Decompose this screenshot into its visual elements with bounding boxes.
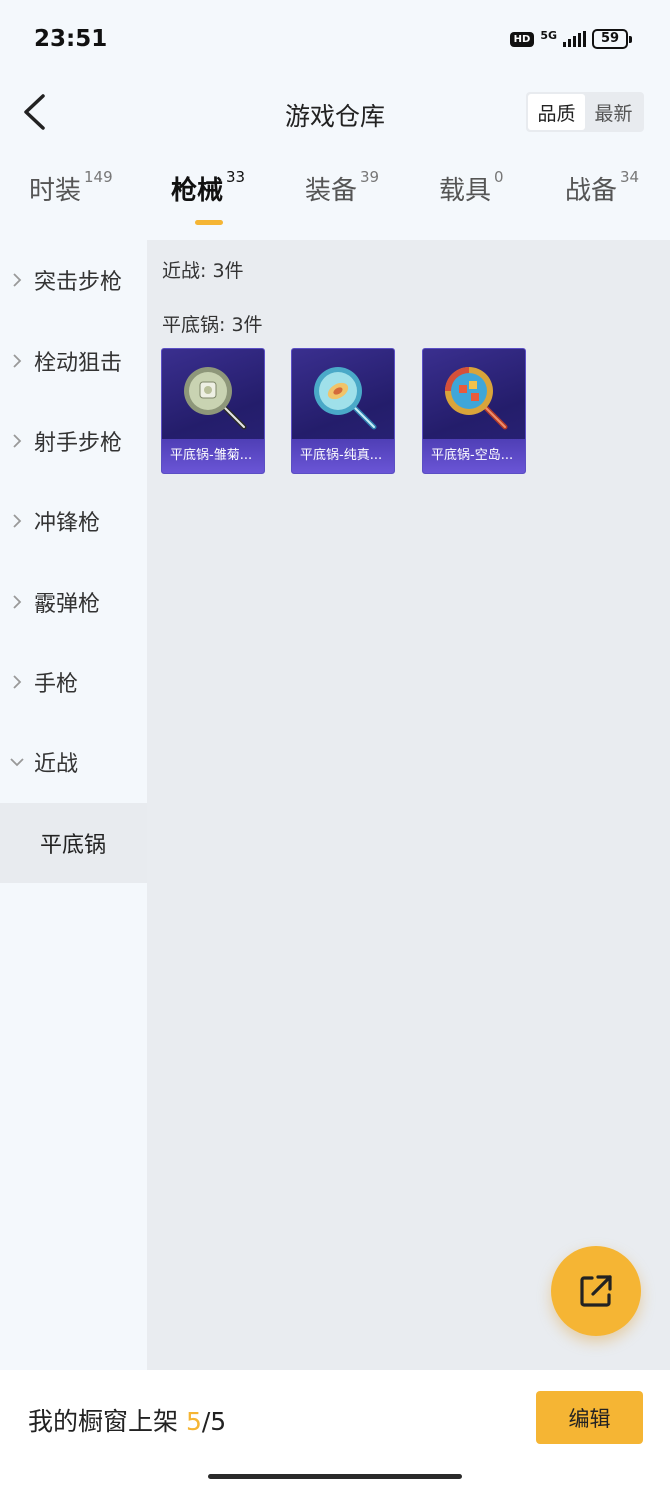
category-tabs: 时装 149 枪械 33 装备 39 载具 0 战备 34 bbox=[0, 168, 670, 232]
share-external-icon bbox=[580, 1275, 612, 1307]
chevron-right-icon bbox=[0, 513, 34, 529]
sidebar-item-melee[interactable]: 近战 bbox=[0, 722, 147, 802]
bottom-bar: 我的橱窗上架 5/5 编辑 bbox=[0, 1370, 670, 1491]
sidebar-item-smg[interactable]: 冲锋枪 bbox=[0, 481, 147, 561]
sidebar-item-assault-rifle[interactable]: 突击步枪 bbox=[0, 240, 147, 320]
chevron-right-icon bbox=[0, 594, 34, 610]
item-card[interactable]: 平底锅-雏菊... bbox=[161, 348, 265, 474]
header: 游戏仓库 品质 最新 bbox=[0, 80, 670, 144]
battery-level: 59 bbox=[592, 29, 628, 49]
frying-pan-icon bbox=[292, 349, 394, 441]
share-button[interactable] bbox=[551, 1246, 641, 1336]
sidebar: 突击步枪 栓动狙击 射手步枪 冲锋枪 霰弹枪 手枪 近战 平底锅 bbox=[0, 240, 147, 1370]
tab-battle-gear[interactable]: 战备 34 bbox=[565, 168, 640, 232]
group-label: 近战: 3件 bbox=[162, 260, 244, 282]
tab-fashion[interactable]: 时装 149 bbox=[29, 168, 113, 232]
item-name: 平底锅-纯真... bbox=[292, 439, 394, 473]
tab-equipment[interactable]: 装备 39 bbox=[305, 168, 380, 232]
chevron-right-icon bbox=[0, 272, 34, 288]
chevron-right-icon bbox=[0, 433, 34, 449]
chevron-left-icon bbox=[24, 94, 45, 130]
item-card[interactable]: 平底锅-纯真... bbox=[291, 348, 395, 474]
chevron-right-icon bbox=[0, 353, 34, 369]
status-indicators: HD 5G 59 bbox=[509, 28, 632, 49]
sort-option-quality[interactable]: 品质 bbox=[528, 94, 585, 130]
sort-toggle[interactable]: 品质 最新 bbox=[526, 92, 644, 132]
frying-pan-icon bbox=[162, 349, 264, 441]
item-name: 平底锅-空岛... bbox=[423, 439, 525, 473]
network-type-label: 5G bbox=[540, 28, 557, 42]
sort-option-newest[interactable]: 最新 bbox=[585, 94, 642, 130]
item-grid-panel: 近战: 3件 平底锅: 3件 平底锅-雏菊... 平底锅-纯真... 平底锅-空… bbox=[147, 240, 670, 1370]
item-name: 平底锅-雏菊... bbox=[162, 439, 264, 473]
sidebar-item-shotgun[interactable]: 霰弹枪 bbox=[0, 562, 147, 642]
edit-button[interactable]: 编辑 bbox=[536, 1391, 643, 1444]
tab-vehicles[interactable]: 载具 0 bbox=[439, 168, 504, 232]
tab-count: 34 bbox=[620, 168, 640, 186]
chevron-right-icon bbox=[0, 674, 34, 690]
tab-count: 39 bbox=[360, 168, 380, 186]
showcase-current-count: 5 bbox=[185, 1407, 202, 1436]
showcase-status: 我的橱窗上架 5/5 bbox=[28, 1407, 227, 1436]
sidebar-item-bolt-sniper[interactable]: 栓动狙击 bbox=[0, 321, 147, 401]
status-time: 23:51 bbox=[34, 26, 108, 52]
tab-count: 149 bbox=[84, 168, 113, 186]
sidebar-subitem-frying-pan[interactable]: 平底锅 bbox=[0, 803, 147, 883]
sidebar-item-pistol[interactable]: 手枪 bbox=[0, 642, 147, 722]
tab-count: 33 bbox=[226, 168, 246, 186]
item-card[interactable]: 平底锅-空岛... bbox=[422, 348, 526, 474]
hd-icon: HD bbox=[509, 31, 535, 47]
battery-icon: 59 bbox=[592, 29, 632, 49]
tab-count: 0 bbox=[494, 168, 504, 186]
chevron-down-icon bbox=[0, 757, 34, 767]
status-bar: 23:51 HD 5G 59 bbox=[0, 0, 670, 80]
back-button[interactable] bbox=[14, 90, 54, 134]
tab-firearms[interactable]: 枪械 33 bbox=[171, 168, 246, 232]
sidebar-item-marksman-rifle[interactable]: 射手步枪 bbox=[0, 401, 147, 481]
showcase-total-count: /5 bbox=[201, 1407, 227, 1436]
subgroup-label: 平底锅: 3件 bbox=[162, 314, 263, 336]
home-indicator[interactable] bbox=[208, 1474, 462, 1479]
signal-icon bbox=[563, 31, 586, 47]
frying-pan-icon bbox=[423, 349, 525, 441]
active-tab-indicator bbox=[195, 220, 223, 225]
